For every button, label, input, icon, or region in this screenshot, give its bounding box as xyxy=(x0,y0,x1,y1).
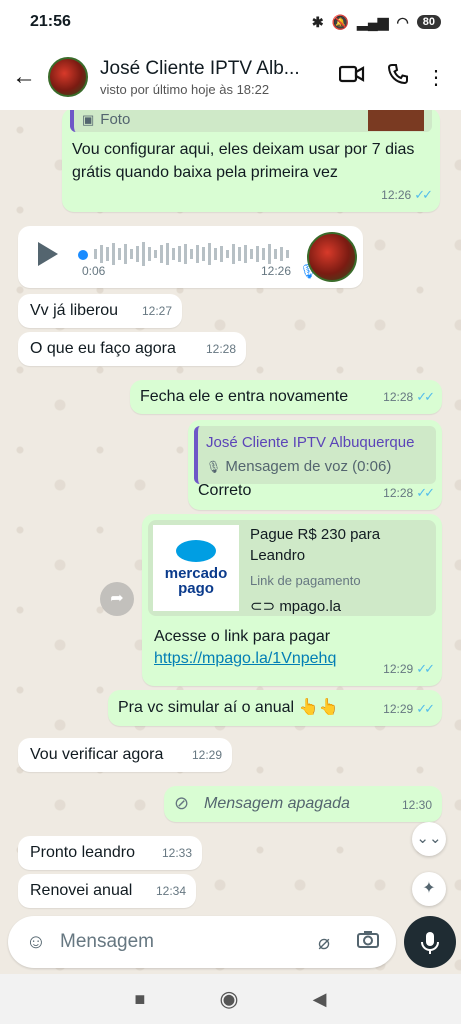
message-text: Correto xyxy=(198,482,252,499)
message-text: Vou configurar aqui, eles deixam usar po… xyxy=(72,141,415,181)
voice-message-bubble[interactable]: 0:06 12:26 🎙 xyxy=(18,226,363,288)
logo-line-1: mercado xyxy=(164,565,228,582)
message-time: 12:34 xyxy=(155,884,186,898)
message-bubble-voice-reply[interactable]: José Cliente IPTV Albuquerque 🎙 Mensagem… xyxy=(188,420,442,510)
voice-sender-avatar xyxy=(307,232,357,282)
recents-icon[interactable]: ■ xyxy=(135,989,146,1010)
mercado-pago-logo: mercado pago xyxy=(153,525,239,611)
message-text: Pronto leandro xyxy=(30,844,135,861)
message-composer: ☺ ⌀ xyxy=(8,916,396,968)
microphone-icon[interactable] xyxy=(404,916,456,968)
message-time: 12:28 ✓✓ xyxy=(383,485,435,500)
bluetooth-icon: ✱ xyxy=(311,13,324,30)
message-time: 12:28 xyxy=(205,342,236,356)
mute-icon: 🔕 xyxy=(331,13,350,30)
message-time: 12:33 xyxy=(161,846,192,860)
logo-line-2: pago xyxy=(178,580,214,597)
wifi-icon: ◠ xyxy=(396,13,409,30)
link-preview-subtitle: Link de pagamento xyxy=(250,573,361,588)
message-text: Pra vc simular aí o anual 👆👆 xyxy=(118,699,339,716)
video-call-icon[interactable] xyxy=(329,64,375,90)
message-text: Renovei anual xyxy=(30,882,133,899)
message-text: Fecha ele e entra novamente xyxy=(140,388,349,405)
message-text: Vv já liberou xyxy=(30,302,119,319)
link-preview-text: Pague R$ 230 para Leandro Link de pagame… xyxy=(244,520,436,616)
quoted-sender-name: José Cliente IPTV Albuquerque xyxy=(206,434,415,451)
message-bubble[interactable]: Vv já liberou 12:27 xyxy=(18,294,182,328)
read-ticks-icon: ✓✓ xyxy=(414,187,433,202)
home-icon[interactable]: ◉ xyxy=(219,986,238,1012)
message-bubble-photo-reply[interactable]: ▣ Foto Vou configurar aqui, eles deixam … xyxy=(62,110,440,212)
link-preview-card[interactable]: mercado pago Pague R$ 230 para Leandro L… xyxy=(148,520,436,616)
quoted-photo-thumb xyxy=(368,110,424,131)
read-ticks-icon: ✓✓ xyxy=(416,485,435,500)
message-time: 12:29 ✓✓ xyxy=(383,701,435,716)
message-time: 12:26 ✓✓ xyxy=(381,187,433,202)
link-preview-title: Pague R$ 230 para Leandro xyxy=(250,526,381,564)
quoted-photo[interactable]: ▣ Foto xyxy=(70,110,432,132)
message-bubble[interactable]: Fecha ele e entra novamente 12:28 ✓✓ xyxy=(130,380,442,414)
message-input[interactable] xyxy=(60,931,308,953)
message-text: O que eu faço agora xyxy=(30,340,176,357)
sparkle-icon[interactable]: ✦ xyxy=(412,872,446,906)
read-ticks-icon: ✓✓ xyxy=(416,661,435,676)
deleted-message-bubble[interactable]: ⊘ Mensagem apagada 12:30 xyxy=(164,786,442,822)
voice-progress-handle[interactable] xyxy=(78,250,88,260)
message-bubble[interactable]: O que eu faço agora 12:28 xyxy=(18,332,246,366)
attach-icon[interactable]: ⌀ xyxy=(308,930,340,955)
quoted-voice-message[interactable]: José Cliente IPTV Albuquerque 🎙 Mensagem… xyxy=(194,426,436,484)
back-arrow-icon[interactable]: ← xyxy=(12,63,42,91)
message-time: 12:29 xyxy=(191,748,222,762)
contact-name: José Cliente IPTV Alb... xyxy=(100,57,300,79)
last-seen-status: visto por último hoje às 18:22 xyxy=(100,81,270,97)
back-nav-icon[interactable]: ◀ xyxy=(313,989,327,1010)
handshake-icon xyxy=(176,540,216,562)
read-ticks-icon: ✓✓ xyxy=(416,389,435,404)
message-time: 12:30 xyxy=(401,798,432,812)
contact-info[interactable]: José Cliente IPTV Alb... visto por últim… xyxy=(100,58,329,97)
status-time: 21:56 xyxy=(30,13,71,30)
quoted-voice-label: 🎙 Mensagem de voz (0:06) xyxy=(206,458,392,475)
status-icons: ✱ 🔕 ▂▄▆ ◠ 80 xyxy=(312,14,441,31)
chat-header: ← José Cliente IPTV Alb... visto por últ… xyxy=(0,44,461,110)
read-ticks-icon: ✓✓ xyxy=(416,701,435,716)
link-icon: ⊂⊃ xyxy=(250,598,276,615)
photo-icon: ▣ xyxy=(82,112,95,127)
status-bar: 21:56 ✱ 🔕 ▂▄▆ ◠ 80 xyxy=(0,0,461,44)
message-text: Acesse o link para pagar xyxy=(154,628,331,645)
contact-avatar[interactable] xyxy=(48,57,88,97)
signal-icon: ▂▄▆ xyxy=(357,13,389,30)
deleted-icon: ⊘ xyxy=(174,793,190,813)
message-text: Vou verificar agora xyxy=(30,746,164,763)
forward-icon[interactable]: ➦ xyxy=(100,582,134,616)
battery-indicator: 80 xyxy=(416,15,441,29)
chat-area[interactable]: ▣ Foto Vou configurar aqui, eles deixam … xyxy=(0,110,461,974)
message-time: 12:28 ✓✓ xyxy=(383,389,435,404)
system-nav-bar: ■ ◉ ◀ xyxy=(0,974,461,1024)
message-bubble[interactable]: Vou verificar agora 12:29 xyxy=(18,738,232,772)
voice-duration: 0:06 xyxy=(82,264,106,278)
message-time: 12:27 xyxy=(141,304,172,318)
message-text: Mensagem apagada xyxy=(204,795,350,812)
link-preview-domain: ⊂⊃ mpago.la xyxy=(250,598,342,615)
payment-link-message[interactable]: mercado pago Pague R$ 230 para Leandro L… xyxy=(142,514,442,686)
more-options-icon[interactable]: ⋮ xyxy=(421,65,451,90)
sticker-icon[interactable]: ☺ xyxy=(20,931,52,954)
message-time: 12:29 ✓✓ xyxy=(383,661,435,676)
mic-icon: 🎙 xyxy=(206,460,222,474)
scroll-down-icon[interactable]: ⌄⌄ xyxy=(412,822,446,856)
quoted-photo-label: Foto xyxy=(100,111,131,128)
message-bubble[interactable]: Renovei anual 12:34 xyxy=(18,874,196,908)
message-time: 12:26 xyxy=(260,264,291,278)
phone-call-icon[interactable] xyxy=(375,63,421,91)
play-icon[interactable] xyxy=(38,242,58,266)
message-bubble[interactable]: Pronto leandro 12:33 xyxy=(18,836,202,870)
camera-icon[interactable] xyxy=(352,930,384,954)
message-bubble[interactable]: Pra vc simular aí o anual 👆👆 12:29 ✓✓ xyxy=(108,690,442,726)
